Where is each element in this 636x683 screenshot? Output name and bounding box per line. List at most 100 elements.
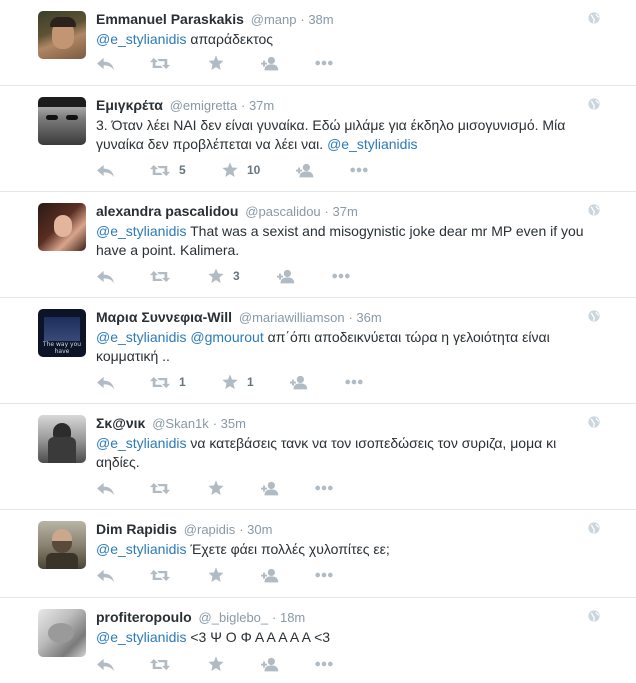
fullname[interactable]: Emmanuel Paraskakis	[96, 11, 244, 27]
tweet-text: @e_stylianidis <3 Ψ Ο Φ Α Α Α Α Α <3	[96, 628, 586, 647]
tweet[interactable]: alexandra pascalidou @pascalidou · 37m @…	[0, 192, 636, 298]
follow-button[interactable]	[290, 372, 309, 392]
retweet-button[interactable]: 1	[150, 372, 186, 392]
avatar[interactable]	[38, 609, 86, 657]
follow-button[interactable]	[296, 160, 315, 180]
more-icon	[315, 661, 333, 667]
mention-link[interactable]: @e_stylianidis	[96, 629, 186, 645]
more-button[interactable]	[350, 160, 368, 180]
retweet-button[interactable]	[150, 654, 170, 674]
avatar[interactable]	[38, 521, 86, 569]
tweet[interactable]: The way you have Μαρια Συννεφια-Will @ma…	[0, 298, 636, 404]
retweet-button[interactable]	[150, 53, 170, 73]
follow-button[interactable]	[261, 565, 280, 585]
globe-icon[interactable]	[588, 204, 600, 216]
fullname[interactable]: Εμιγκρέτα	[96, 97, 163, 113]
more-button[interactable]	[315, 654, 333, 674]
reply-button[interactable]	[96, 372, 115, 392]
follow-button[interactable]	[261, 53, 280, 73]
fullname[interactable]: alexandra pascalidou	[96, 203, 238, 219]
mention-link[interactable]: @e_stylianidis	[96, 435, 186, 451]
timestamp[interactable]: · 30m	[239, 522, 272, 537]
tweet[interactable]: Εμιγκρέτα @emigretta · 37m 3. Όταν λέει …	[0, 86, 636, 192]
username[interactable]: @emigretta	[170, 98, 237, 113]
fullname[interactable]: Μαρια Συννεφια-Will	[96, 309, 232, 325]
timestamp[interactable]: · 18m	[272, 610, 305, 625]
globe-icon[interactable]	[588, 416, 600, 428]
fullname[interactable]: profiteropoulo	[96, 609, 192, 625]
timestamp[interactable]: · 36m	[348, 310, 381, 325]
reply-icon	[96, 56, 115, 71]
favorite-button[interactable]: 10	[222, 160, 260, 180]
timestamp[interactable]: · 37m	[325, 204, 358, 219]
reply-button[interactable]	[96, 53, 115, 73]
globe-icon[interactable]	[588, 310, 600, 322]
tweet[interactable]: Emmanuel Paraskakis @manp · 38m @e_styli…	[0, 0, 636, 86]
timestamp[interactable]: · 38m	[300, 12, 333, 27]
tweet-text-body: Έχετε φάει πολλές χυλοπίτες εε;	[186, 541, 390, 557]
favorite-button[interactable]: 1	[222, 372, 254, 392]
avatar[interactable]: The way you have	[38, 309, 86, 357]
avatar[interactable]	[38, 415, 86, 463]
favorite-button[interactable]	[208, 53, 224, 73]
follow-button[interactable]	[261, 478, 280, 498]
reply-button[interactable]	[96, 565, 115, 585]
follow-button[interactable]	[277, 266, 296, 286]
retweet-icon	[150, 481, 170, 496]
reply-button[interactable]	[96, 160, 115, 180]
reply-button[interactable]	[96, 478, 115, 498]
more-button[interactable]	[332, 266, 350, 286]
globe-icon[interactable]	[588, 522, 600, 534]
more-button[interactable]	[345, 372, 363, 392]
mention-link[interactable]: @e_stylianidis	[96, 541, 186, 557]
mention-link[interactable]: @e_stylianidis	[96, 329, 186, 345]
more-icon	[315, 485, 333, 491]
tweet-text: @e_stylianidis απαράδεκτος	[96, 30, 586, 49]
fullname[interactable]: Dim Rapidis	[96, 521, 177, 537]
star-icon	[208, 55, 224, 71]
tweet[interactable]: Σκ@νικ @Skan1k · 35m @e_stylianidis να κ…	[0, 404, 636, 510]
avatar[interactable]	[38, 11, 86, 59]
username[interactable]: @Skan1k	[152, 416, 209, 431]
star-icon	[208, 268, 224, 284]
mention-link[interactable]: @gmourout	[190, 329, 263, 345]
username[interactable]: @pascalidou	[245, 204, 320, 219]
username[interactable]: @_biglebo_	[199, 610, 269, 625]
retweet-button[interactable]: 5	[150, 160, 186, 180]
retweet-button[interactable]	[150, 478, 170, 498]
retweet-button[interactable]	[150, 266, 170, 286]
more-button[interactable]	[315, 478, 333, 498]
follow-icon	[261, 56, 280, 71]
tweet[interactable]: profiteropoulo @_biglebo_ · 18m @e_styli…	[0, 598, 636, 683]
globe-icon[interactable]	[588, 610, 600, 622]
mention-link[interactable]: @e_stylianidis	[96, 223, 186, 239]
star-icon	[208, 656, 224, 672]
avatar[interactable]	[38, 203, 86, 251]
timestamp[interactable]: · 37m	[241, 98, 274, 113]
mention-link[interactable]: @e_stylianidis	[327, 136, 417, 152]
favorite-button[interactable]	[208, 478, 224, 498]
mention-link[interactable]: @e_stylianidis	[96, 31, 186, 47]
fullname[interactable]: Σκ@νικ	[96, 415, 145, 431]
globe-icon[interactable]	[588, 12, 600, 24]
reply-button[interactable]	[96, 654, 115, 674]
tweet-header: profiteropoulo @_biglebo_ · 18m	[96, 608, 586, 627]
tweet[interactable]: Dim Rapidis @rapidis · 30m @e_stylianidi…	[0, 510, 636, 598]
username[interactable]: @rapidis	[184, 522, 236, 537]
username[interactable]: @mariawilliamson	[239, 310, 345, 325]
retweet-icon	[150, 269, 170, 284]
more-button[interactable]	[315, 565, 333, 585]
retweet-button[interactable]	[150, 565, 170, 585]
star-icon	[222, 162, 238, 178]
timestamp[interactable]: · 35m	[213, 416, 246, 431]
favorite-button[interactable]	[208, 654, 224, 674]
favorite-button[interactable]: 3	[208, 266, 240, 286]
reply-button[interactable]	[96, 266, 115, 286]
follow-button[interactable]	[261, 654, 280, 674]
follow-icon	[261, 481, 280, 496]
favorite-button[interactable]	[208, 565, 224, 585]
more-button[interactable]	[315, 53, 333, 73]
avatar[interactable]	[38, 97, 86, 145]
globe-icon[interactable]	[588, 98, 600, 110]
username[interactable]: @manp	[251, 12, 297, 27]
